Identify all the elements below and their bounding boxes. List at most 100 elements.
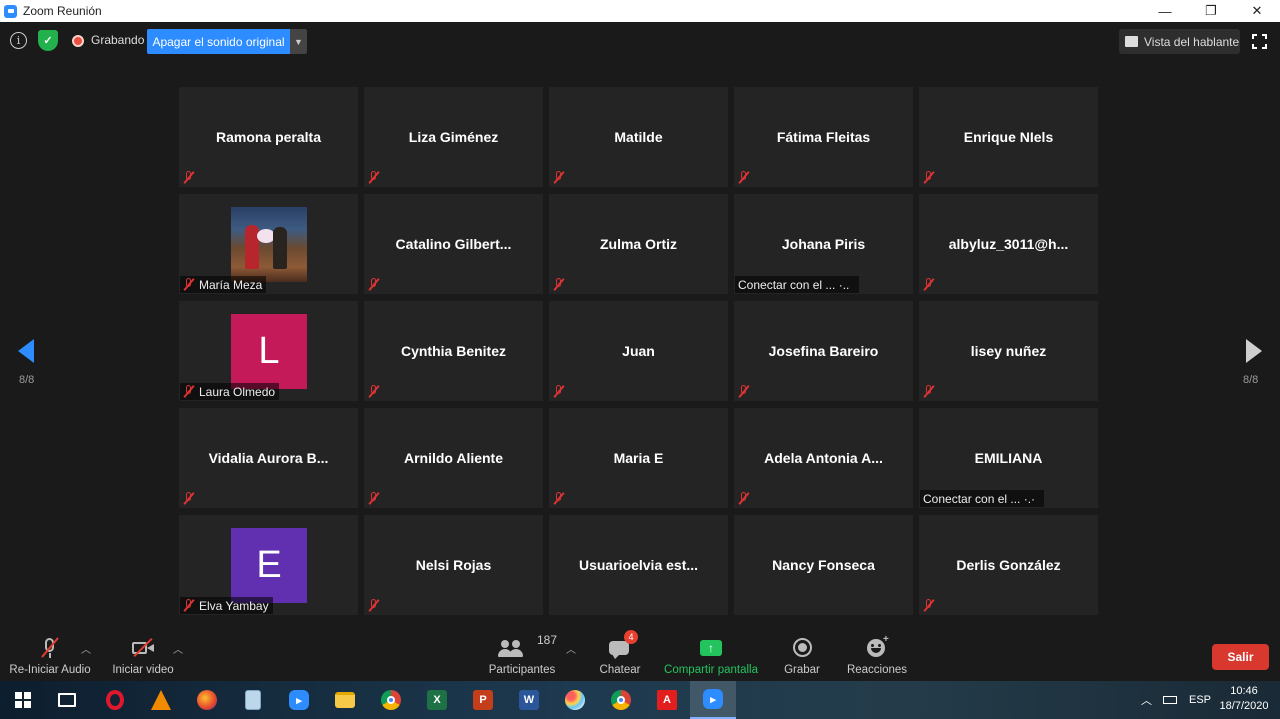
acrobat-icon[interactable]: A	[644, 681, 690, 719]
participant-tile[interactable]: María Meza	[179, 194, 358, 294]
participant-tile[interactable]: Josefina Bareiro	[734, 301, 913, 401]
clock-date: 18/7/2020	[1219, 700, 1269, 712]
language-indicator[interactable]: ESP	[1189, 681, 1211, 719]
vlc-icon[interactable]	[138, 681, 184, 719]
participant-tile[interactable]: Usuarioelvia est...	[549, 515, 728, 615]
video-button[interactable]: Iniciar video	[108, 630, 178, 681]
participant-name: Fátima Fleitas	[776, 129, 871, 145]
speaker-view-button[interactable]: Vista del hablante	[1119, 29, 1240, 54]
participant-tile[interactable]: Cynthia Benitez	[364, 301, 543, 401]
participant-name: EMILIANA	[974, 450, 1043, 466]
muted-mic-icon	[923, 385, 935, 398]
powerpoint-icon[interactable]: P	[460, 681, 506, 719]
participant-tile[interactable]: EMILIANA Conectar con el ... ·.·	[919, 408, 1098, 508]
participant-tile[interactable]: Nancy Fonseca	[734, 515, 913, 615]
participant-tile[interactable]: Vidalia Aurora B...	[179, 408, 358, 508]
video-label: Iniciar video	[112, 664, 174, 676]
video-options-chevron-icon[interactable]: ︿	[173, 641, 183, 656]
muted-mic-icon	[183, 492, 195, 505]
security-shield-icon[interactable]: ✓	[38, 30, 58, 51]
participant-tile[interactable]: L Laura Olmedo	[179, 301, 358, 401]
battery-icon[interactable]	[1163, 681, 1177, 719]
info-icon[interactable]: i	[10, 32, 27, 49]
recording-label: Grabando	[91, 33, 145, 47]
windows-start-icon[interactable]	[0, 681, 46, 719]
close-button[interactable]: ✕	[1234, 0, 1280, 22]
participant-name: Johana Piris	[781, 236, 866, 252]
participant-tile[interactable]: E Elva Yambay	[179, 515, 358, 615]
muted-mic-icon	[368, 492, 380, 505]
task-view-icon[interactable]	[44, 681, 90, 719]
participant-tile[interactable]: Nelsi Rojas	[364, 515, 543, 615]
speaker-view-icon	[1125, 36, 1138, 47]
participant-tile[interactable]: albyluz_3011@h...	[919, 194, 1098, 294]
muted-mic-icon	[183, 171, 195, 184]
window-title: Zoom Reunión	[23, 4, 102, 18]
participant-tile[interactable]: Maria E	[549, 408, 728, 508]
participant-name: Adela Antonia A...	[764, 450, 883, 466]
leave-meeting-button[interactable]: Salir	[1212, 644, 1269, 670]
participant-tile[interactable]: Arnildo Aliente	[364, 408, 543, 508]
previous-page-arrow-icon[interactable]	[18, 339, 34, 363]
reactions-button[interactable]: + Reacciones	[845, 630, 909, 681]
participant-tile[interactable]: Liza Giménez	[364, 87, 543, 187]
excel-icon[interactable]: X	[414, 681, 460, 719]
record-button[interactable]: Grabar	[778, 630, 826, 681]
participant-tile[interactable]: Adela Antonia A...	[734, 408, 913, 508]
file-explorer-icon[interactable]	[322, 681, 368, 719]
original-sound-button[interactable]: Apagar el sonido original	[147, 29, 290, 54]
participant-tile[interactable]: Fátima Fleitas	[734, 87, 913, 187]
participant-tile[interactable]: lisey nuñez	[919, 301, 1098, 401]
audio-button[interactable]: Re-Iniciar Audio	[8, 630, 92, 681]
participant-name: Zulma Ortiz	[599, 236, 677, 252]
participant-name: Juan	[622, 343, 655, 359]
gallery-grid: Ramona peralta Liza Giménez Matilde Fátima …	[179, 87, 1102, 615]
share-screen-icon: ↑	[698, 637, 724, 659]
participant-tile[interactable]: Ramona peralta	[179, 87, 358, 187]
participant-tile[interactable]: Zulma Ortiz	[549, 194, 728, 294]
original-sound-dropdown[interactable]: ▼	[290, 29, 307, 54]
fullscreen-icon[interactable]	[1252, 34, 1267, 49]
zoom-icon[interactable]: ▸	[276, 681, 322, 719]
participant-tile[interactable]: Matilde	[549, 87, 728, 187]
participant-name: Vidalia Aurora B...	[208, 450, 329, 466]
word-icon[interactable]: W	[506, 681, 552, 719]
taskbar-clock[interactable]: 10:46 18/7/2020	[1214, 684, 1274, 714]
participant-tile[interactable]: Juan	[549, 301, 728, 401]
participant-name: Nancy Fonseca	[772, 557, 875, 573]
notepad-icon[interactable]	[230, 681, 276, 719]
share-screen-label: Compartir pantalla	[664, 664, 758, 676]
chrome-profile-icon[interactable]	[598, 681, 644, 719]
minimize-button[interactable]: —	[1142, 0, 1188, 22]
participants-chevron-icon[interactable]: ︿	[566, 641, 576, 656]
speaker-view-label: Vista del hablante	[1144, 34, 1240, 49]
participant-tile[interactable]: Derlis González	[919, 515, 1098, 615]
share-screen-button[interactable]: ↑ Compartir pantalla	[662, 630, 760, 681]
participant-name: Usuarioelvia est...	[578, 557, 699, 573]
participant-tile[interactable]: Johana Piris Conectar con el ... ·..	[734, 194, 913, 294]
connection-status-label: Conectar con el ... ·..	[735, 276, 859, 293]
participant-name: Arnildo Aliente	[403, 450, 504, 466]
meeting-area: i ✓ Grabando Apagar el sonido original ▼…	[0, 22, 1280, 681]
next-page-arrow-icon[interactable]	[1246, 339, 1262, 363]
paint-icon[interactable]	[552, 681, 598, 719]
tray-chevron-icon[interactable]: ︿	[1141, 681, 1152, 719]
muted-mic-icon	[923, 278, 935, 291]
reactions-icon: +	[864, 634, 890, 659]
recording-icon	[72, 35, 84, 47]
chrome-icon[interactable]	[368, 681, 414, 719]
participant-tile[interactable]: Catalino Gilbert...	[364, 194, 543, 294]
participants-count: 187	[537, 633, 558, 647]
participant-name: lisey nuñez	[970, 343, 1047, 359]
meeting-topbar: i ✓ Grabando Apagar el sonido original ▼…	[0, 22, 1280, 60]
video-off-icon	[130, 637, 156, 659]
maximize-button[interactable]: ❐	[1188, 0, 1234, 22]
muted-mic-icon	[183, 599, 195, 612]
zoom-active-icon[interactable]: ▸	[690, 681, 736, 719]
participant-tile[interactable]: Enrique NIels	[919, 87, 1098, 187]
firefox-icon[interactable]	[184, 681, 230, 719]
windows-taskbar: ▸ X P W A ▸ ︿ ESP 10:46 18/7/2020	[0, 681, 1280, 719]
audio-options-chevron-icon[interactable]: ︿	[81, 641, 91, 656]
participant-name: Catalino Gilbert...	[395, 236, 512, 252]
opera-icon[interactable]	[92, 681, 138, 719]
